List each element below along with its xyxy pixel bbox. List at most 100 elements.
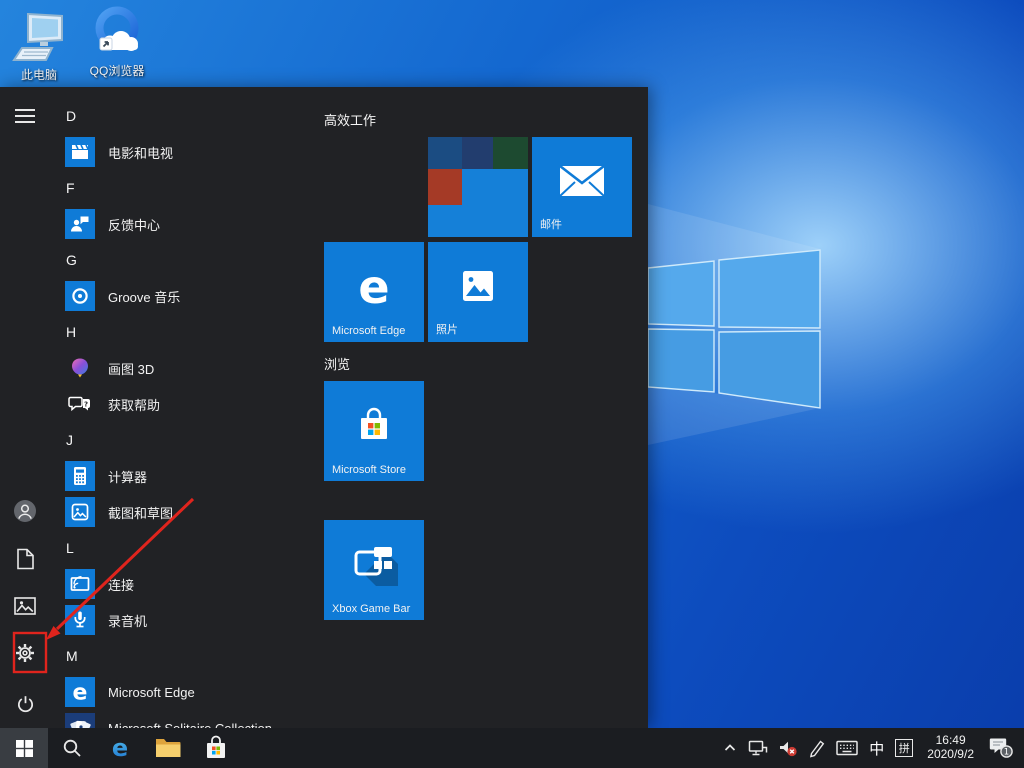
ime-mode-indicator[interactable]: 拼 (895, 739, 913, 757)
folder-icon (155, 737, 181, 759)
movies-tv-icon (65, 137, 95, 167)
file-explorer-button[interactable] (144, 728, 192, 768)
snip-sketch-icon (65, 497, 95, 527)
app-section-letter-l[interactable]: L (64, 530, 319, 566)
windows-logo-icon (16, 740, 33, 757)
edge-icon: e (106, 734, 134, 762)
tile-label: Xbox Game Bar (332, 603, 410, 615)
section-letter: F (66, 180, 75, 196)
store-icon (351, 402, 397, 448)
groove-music-icon (65, 281, 95, 311)
app-item-label: 反馈中心 (108, 215, 160, 234)
settings-gear-icon (13, 641, 37, 665)
app-section-letter-d[interactable]: D (64, 98, 319, 134)
user-account-button[interactable] (3, 489, 47, 533)
chevron-up-icon (722, 740, 738, 756)
network-button[interactable] (743, 728, 773, 768)
desktop-icon-qq-browser[interactable]: QQ浏览器 (78, 4, 156, 79)
app-section-letter-g[interactable]: G (64, 242, 319, 278)
app-item-snip-sketch[interactable]: 截图和草图 (64, 494, 319, 530)
notification-badge: 1 (1004, 748, 1009, 758)
app-section-letter-m[interactable]: M (64, 638, 319, 674)
taskbar-store-button[interactable] (192, 728, 240, 768)
documents-button[interactable] (3, 537, 47, 581)
svg-text:?: ? (84, 401, 88, 409)
system-tray: 中 拼 16:49 2020/9/2 1 (717, 728, 1024, 768)
app-item-calculator[interactable]: 计算器 (64, 458, 319, 494)
live-tile-colored[interactable] (428, 137, 528, 237)
tile-label: 邮件 (540, 216, 562, 232)
power-icon (15, 694, 36, 715)
document-icon (16, 548, 35, 570)
section-letter: M (66, 648, 78, 664)
notification-icon: 1 (988, 736, 1014, 760)
taskbar-edge-button[interactable]: e (96, 728, 144, 768)
clock-time: 16:49 (927, 734, 974, 748)
app-item-voice-recorder[interactable]: 录音机 (64, 602, 319, 638)
edge-icon: e (65, 677, 95, 707)
tile-group-title[interactable]: 浏览 (324, 354, 350, 373)
svg-text:e: e (73, 681, 88, 706)
tile-mail[interactable]: 邮件 (532, 137, 632, 237)
windows-ink-button[interactable] (803, 728, 831, 768)
app-item-label: 录音机 (108, 611, 147, 630)
search-icon (61, 737, 83, 759)
tile-microsoft-edge[interactable]: e Microsoft Edge (324, 242, 424, 342)
network-icon (748, 739, 768, 757)
start-menu: D 电影和电视 F 反馈中心 (0, 87, 648, 728)
live-tile-block (462, 137, 493, 169)
hamburger-icon (15, 108, 35, 124)
calculator-icon (65, 461, 95, 491)
tile-label: Microsoft Store (332, 464, 406, 476)
clock[interactable]: 16:49 2020/9/2 (918, 734, 983, 762)
search-button[interactable] (48, 728, 96, 768)
tile-photos[interactable]: 照片 (428, 242, 528, 342)
app-item-microsoft-edge[interactable]: e Microsoft Edge (64, 674, 319, 710)
get-help-icon: ? (65, 389, 95, 419)
section-letter: G (66, 252, 77, 268)
app-item-label: Groove 音乐 (108, 287, 180, 306)
desktop-icon-label: 此电脑 (0, 66, 78, 83)
desktop-icon-label: QQ浏览器 (78, 62, 156, 79)
app-section-letter-j[interactable]: J (64, 422, 319, 458)
edge-icon: e (344, 257, 404, 317)
start-button[interactable] (0, 728, 48, 768)
section-letter: J (66, 432, 73, 448)
feedback-hub-icon (65, 209, 95, 239)
this-pc-icon (0, 8, 78, 64)
ime-language-indicator[interactable]: 中 (863, 738, 890, 759)
app-item-label: 画图 3D (108, 359, 154, 378)
tile-xbox-game-bar[interactable]: Xbox Game Bar (324, 520, 424, 620)
app-item-label: 计算器 (108, 467, 147, 486)
section-letter: L (66, 540, 74, 556)
action-center-button[interactable]: 1 (983, 728, 1024, 768)
app-item-feedback-hub[interactable]: 反馈中心 (64, 206, 319, 242)
settings-button[interactable] (3, 631, 47, 675)
voice-recorder-icon (65, 605, 95, 635)
app-item-label: 获取帮助 (108, 395, 160, 414)
tile-microsoft-store[interactable]: Microsoft Store (324, 381, 424, 481)
user-avatar-icon (13, 499, 37, 523)
app-item-groove-music[interactable]: Groove 音乐 (64, 278, 319, 314)
connect-icon (65, 569, 95, 599)
app-item-paint-3d[interactable]: 画图 3D (64, 350, 319, 386)
tile-group-title[interactable]: 高效工作 (324, 110, 376, 129)
live-tile-block (428, 137, 462, 169)
pictures-button[interactable] (3, 584, 47, 628)
paint-3d-icon (65, 353, 95, 383)
start-menu-expand-button[interactable] (3, 94, 47, 138)
power-button[interactable] (3, 682, 47, 726)
app-item-label: 电影和电视 (108, 143, 173, 162)
app-section-letter-h[interactable]: H (64, 314, 319, 350)
app-item-movies-tv[interactable]: 电影和电视 (64, 134, 319, 170)
app-item-get-help[interactable]: ? 获取帮助 (64, 386, 319, 422)
store-icon (204, 735, 228, 761)
mail-icon (556, 161, 608, 201)
tray-expand-button[interactable] (717, 728, 743, 768)
touch-keyboard-button[interactable] (831, 728, 863, 768)
volume-button[interactable] (773, 728, 803, 768)
desktop: 此电脑 QQ浏览器 (0, 0, 1024, 768)
app-section-letter-f[interactable]: F (64, 170, 319, 206)
desktop-icon-this-pc[interactable]: 此电脑 (0, 8, 78, 83)
app-item-connect[interactable]: 连接 (64, 566, 319, 602)
